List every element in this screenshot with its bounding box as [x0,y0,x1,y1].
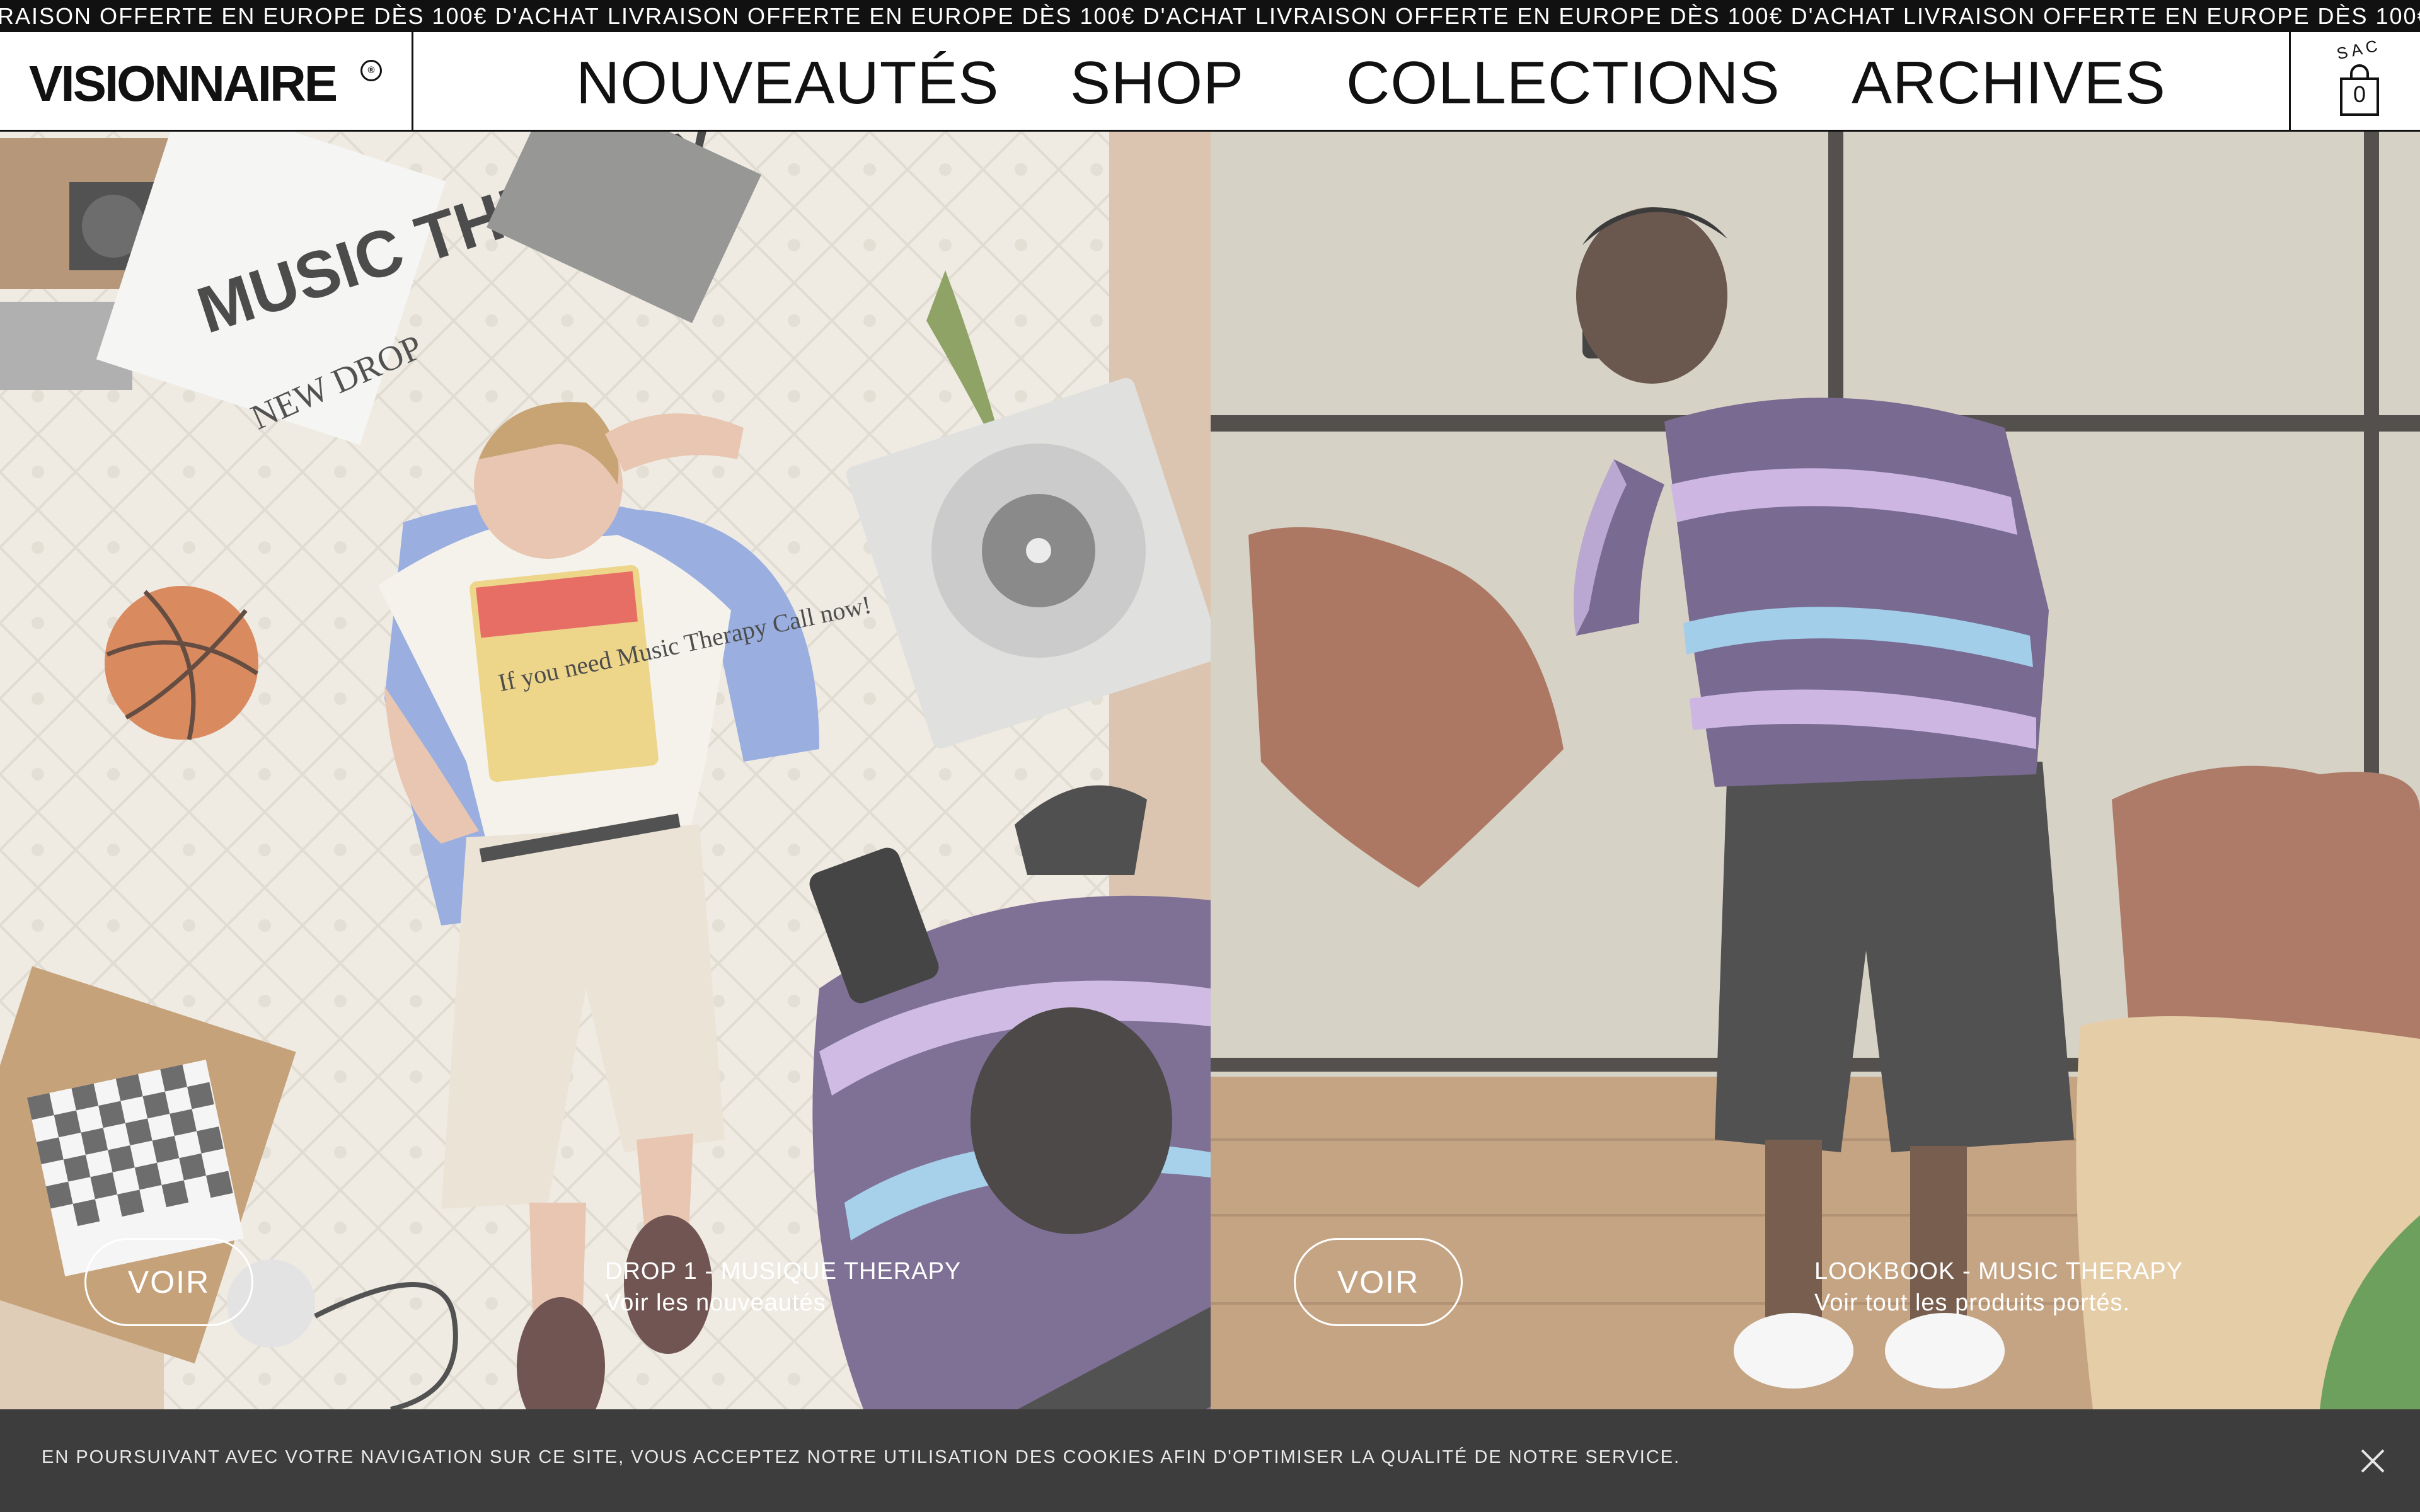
bag-button[interactable]: SAC 0 [2289,32,2420,130]
promo-message: LIVRAISON OFFERTE EN EUROPE DÈS 100€ D'A… [1255,3,1896,29]
cookie-notice-text: EN POURSUIVANT AVEC VOTRE NAVIGATION SUR… [42,1447,1681,1467]
lookbook-title: LOOKBOOK - MUSIC THERAPY [1814,1258,2183,1285]
bag-label: SAC [2335,35,2383,64]
drop-flatlay-image: MUSIC THERAPY NEW DROP If you need Music… [0,132,1211,1409]
drop-voir-button[interactable]: VOIR [84,1238,253,1326]
lookbook-image [1211,132,2420,1409]
promo-message: LIVRAISON OFFERTE EN EUROPE DÈS 100€ D'A… [0,3,600,29]
main-nav: NOUVEAUTÉS SHOP COLLECTIONS ARCHIVES [413,32,2290,130]
cookie-banner: EN POURSUIVANT AVEC VOTRE NAVIGATION SUR… [0,1409,2420,1512]
nav-item-shop[interactable]: SHOP [1070,49,1244,117]
site-header: VISIONNAIRE ® NOUVEAUTÉS SHOP COLLECTION… [0,32,2420,132]
brand-logo: VISIONNAIRE [29,55,338,112]
promo-marquee: LIVRAISON OFFERTE EN EUROPE DÈS 100€ D'A… [0,0,2420,32]
bag-count: 0 [2353,81,2366,107]
hero-panel-lookbook[interactable]: VOIR LOOKBOOK - MUSIC THERAPY Voir tout … [1211,132,2420,1409]
nav-item-collections[interactable]: COLLECTIONS [1346,49,1780,117]
drop-title: DROP 1 - MUSIQUE THERAPY [605,1258,962,1285]
nav-item-archives[interactable]: ARCHIVES [1852,49,2166,117]
nav-item-nouveautes[interactable]: NOUVEAUTÉS [576,49,999,117]
promo-track: LIVRAISON OFFERTE EN EUROPE DÈS 100€ D'A… [0,0,2420,32]
hero-panel-drop[interactable]: MUSIC THERAPY NEW DROP If you need Music… [0,132,1211,1409]
promo-message: LIVRAISON OFFERTE EN EUROPE DÈS 100€ D'A… [608,3,1248,29]
promo-message: LIVRAISON OFFERTE EN EUROPE DÈS 100€ D'A… [1903,3,2420,29]
lookbook-subtitle: Voir tout les produits portés. [1814,1290,2131,1316]
lookbook-voir-button[interactable]: VOIR [1294,1238,1463,1326]
hero-section: MUSIC THERAPY NEW DROP If you need Music… [0,132,2420,1409]
registered-mark: ® [360,60,382,81]
drop-subtitle: Voir les nouveautés [605,1290,826,1316]
close-icon[interactable] [2357,1445,2388,1477]
logo-link[interactable]: VISIONNAIRE ® [0,32,413,130]
drop-caption: DROP 1 - MUSIQUE THERAPY Voir les nouvea… [605,1256,961,1319]
lookbook-caption: LOOKBOOK - MUSIC THERAPY Voir tout les p… [1814,1256,2183,1319]
